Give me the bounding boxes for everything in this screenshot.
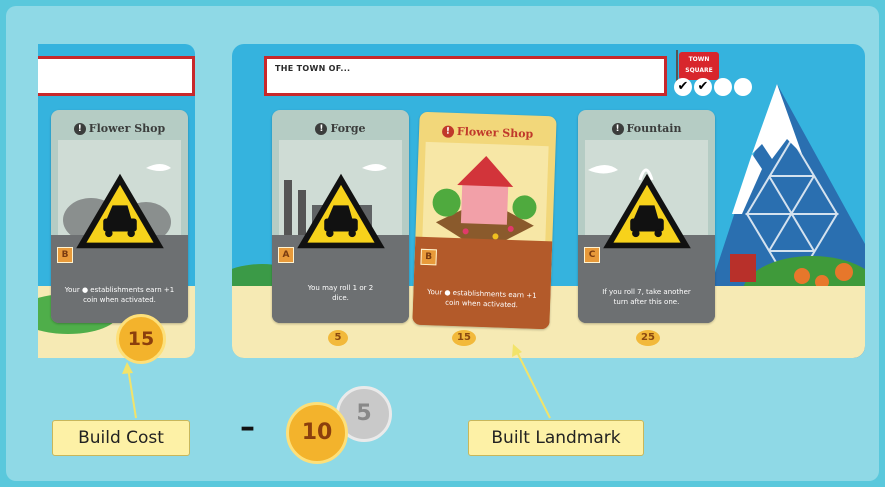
build-cost-label: Build Cost — [52, 420, 190, 456]
gold-coin: 10 — [286, 402, 348, 464]
minus-sign: – — [240, 410, 255, 445]
built-landmark-label: Built Landmark — [468, 420, 644, 456]
annotation-arrows — [122, 344, 551, 419]
